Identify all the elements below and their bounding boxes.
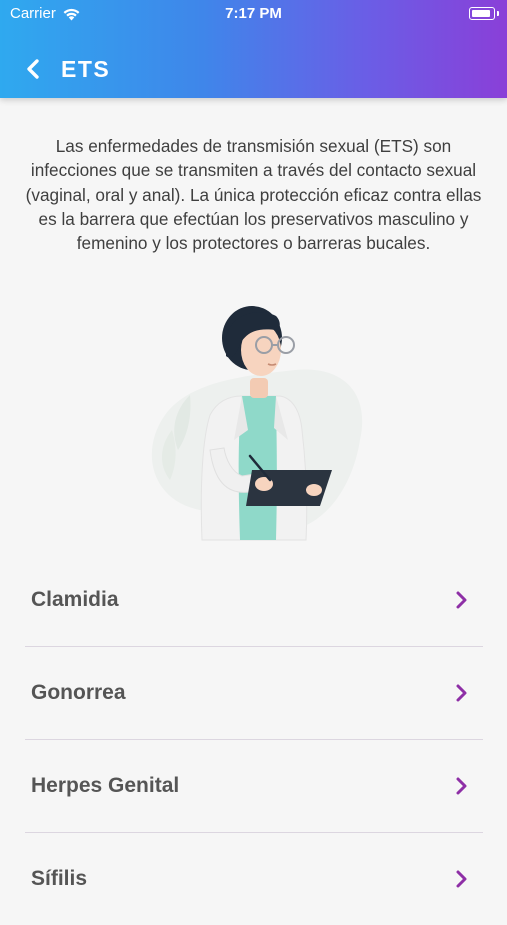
doctor-neck xyxy=(250,378,268,398)
chevron-right-icon xyxy=(456,870,467,888)
doctor-illustration xyxy=(151,306,363,541)
battery-icon xyxy=(469,7,499,20)
status-bar: Carrier 7:17 PM xyxy=(0,0,507,28)
list-item-gonorrea[interactable]: Gonorrea xyxy=(25,647,483,740)
chevron-right-icon xyxy=(456,777,467,795)
app-header: Carrier 7:17 PM ETS xyxy=(0,0,507,98)
disease-list: Clamidia Gonorrea Herpes Genital Sífilis xyxy=(25,554,483,925)
status-time: 7:17 PM xyxy=(225,5,282,22)
page-title: ETS xyxy=(61,56,111,82)
list-item-herpes-genital[interactable]: Herpes Genital xyxy=(25,740,483,833)
doctor-hand xyxy=(306,484,322,496)
list-item-clamidia[interactable]: Clamidia xyxy=(25,554,483,647)
list-item-sifilis[interactable]: Sífilis xyxy=(25,833,483,925)
list-item-label: Herpes Genital xyxy=(31,774,180,797)
chevron-right-icon xyxy=(456,684,467,702)
list-item-label: Gonorrea xyxy=(31,681,126,704)
list-item-label: Clamidia xyxy=(31,588,119,611)
navigation-bar: ETS xyxy=(0,50,507,90)
chevron-right-icon xyxy=(456,591,467,609)
ets-description: Las enfermedades de transmisión sexual (… xyxy=(25,136,482,254)
list-item-label: Sífilis xyxy=(31,867,88,890)
chevron-left-icon xyxy=(27,59,39,79)
back-button[interactable] xyxy=(18,54,48,84)
